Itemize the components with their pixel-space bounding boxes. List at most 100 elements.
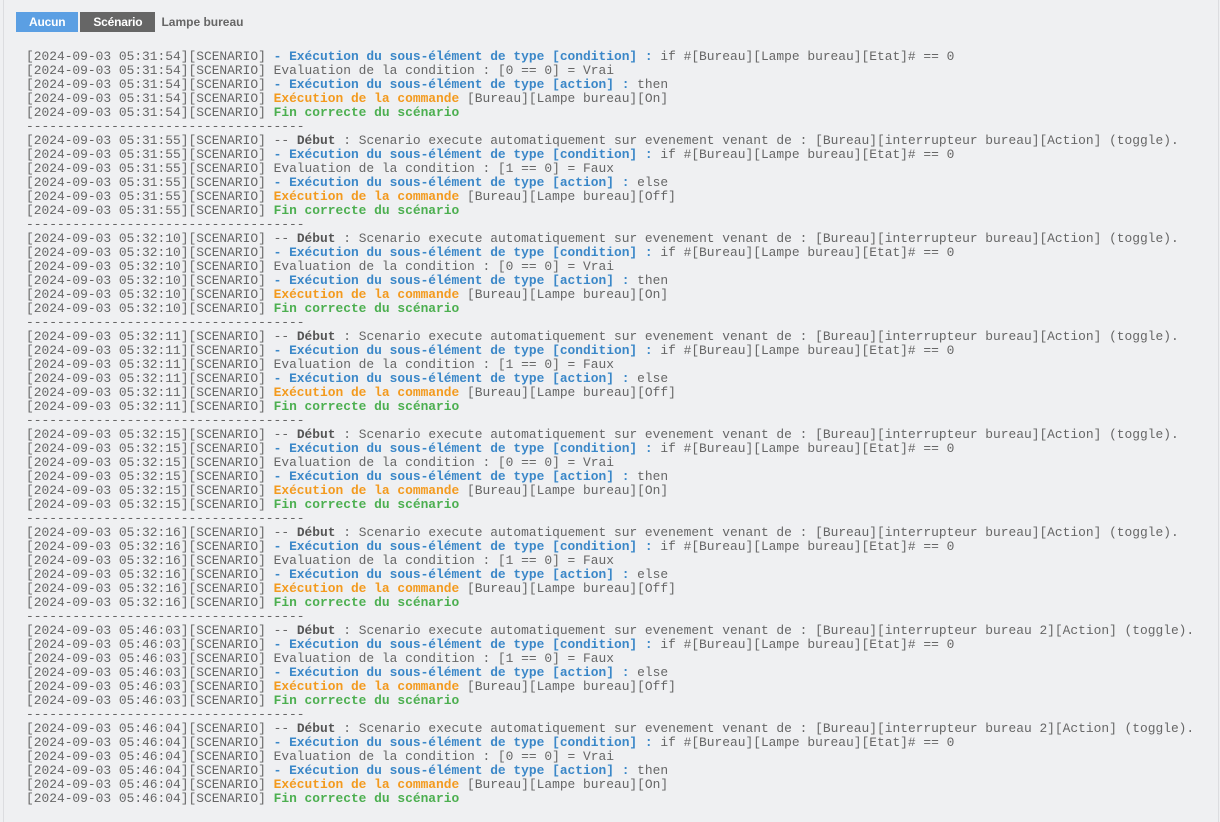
log-timestamp: 2024-09-03 05:31:55	[33, 175, 181, 190]
log-timestamp: 2024-09-03 05:32:10	[33, 287, 181, 302]
log-line: [2024-09-03 05:31:54][SCENARIO] Exécutio…	[26, 91, 669, 106]
log-prefix: --	[273, 427, 297, 442]
log-line: [2024-09-03 05:32:16][SCENARIO] Exécutio…	[26, 581, 676, 596]
log-tag: [SCENARIO]	[188, 357, 266, 372]
log-message: if #[Bureau][Lampe bureau][Etat]# == 0	[652, 245, 955, 260]
log-timestamp: 2024-09-03 05:32:15	[33, 483, 181, 498]
log-message: [Bureau][Lampe bureau][On]	[459, 483, 669, 498]
log-tag: [SCENARIO]	[188, 105, 266, 120]
log-tag: [SCENARIO]	[188, 721, 266, 736]
log-output: [2024-09-03 05:31:54][SCENARIO] - Exécut…	[26, 50, 1194, 806]
log-message: if #[Bureau][Lampe bureau][Etat]# == 0	[652, 735, 955, 750]
log-tag: [SCENARIO]	[188, 525, 266, 540]
log-timestamp: 2024-09-03 05:46:04	[33, 763, 181, 778]
log-tag: [SCENARIO]	[188, 77, 266, 92]
log-line: [2024-09-03 05:46:03][SCENARIO] Fin corr…	[26, 693, 460, 708]
log-timestamp: 2024-09-03 05:46:04	[33, 791, 181, 806]
log-tag: [SCENARIO]	[188, 231, 266, 246]
log-label-cmd: Exécution de la commande	[273, 189, 460, 204]
log-line: [2024-09-03 05:46:04][SCENARIO] Exécutio…	[26, 777, 669, 792]
log-tag: [SCENARIO]	[188, 63, 266, 78]
log-line: [2024-09-03 05:31:54][SCENARIO] Evaluati…	[26, 63, 614, 78]
log-message: Evaluation de la condition : [1 == 0] = …	[273, 553, 614, 568]
log-line: [2024-09-03 05:32:10][SCENARIO] - Exécut…	[26, 273, 669, 288]
log-message: Evaluation de la condition : [1 == 0] = …	[273, 357, 614, 372]
log-tag: [SCENARIO]	[188, 567, 266, 582]
none-button[interactable]: Aucun	[16, 12, 79, 32]
log-label-debut: Début	[296, 623, 336, 638]
log-tag: [SCENARIO]	[188, 245, 266, 260]
log-line: [2024-09-03 05:46:04][SCENARIO] Fin corr…	[26, 791, 460, 806]
log-line: [2024-09-03 05:31:55][SCENARIO] Exécutio…	[26, 189, 676, 204]
log-label-end: Fin correcte du scénario	[273, 301, 460, 316]
log-line: [2024-09-03 05:32:11][SCENARIO] Fin corr…	[26, 399, 460, 414]
log-label-end: Fin correcte du scénario	[273, 497, 460, 512]
log-timestamp: 2024-09-03 05:46:03	[33, 693, 181, 708]
scenario-button[interactable]: Scénario	[80, 12, 156, 32]
log-tag: [SCENARIO]	[188, 441, 266, 456]
log-separator: ------------------------------------	[26, 707, 305, 722]
log-message: : Scenario execute automatiquement sur e…	[335, 427, 1179, 442]
log-line: [2024-09-03 05:32:10][SCENARIO] Exécutio…	[26, 287, 669, 302]
log-line: [2024-09-03 05:31:55][SCENARIO] Fin corr…	[26, 203, 460, 218]
log-label-cond: - Exécution du sous-élément de type [con…	[273, 343, 653, 358]
log-tag: [SCENARIO]	[188, 147, 266, 162]
log-timestamp: 2024-09-03 05:46:03	[33, 665, 181, 680]
log-timestamp: 2024-09-03 05:32:15	[33, 497, 181, 512]
log-line: [2024-09-03 05:32:11][SCENARIO] Evaluati…	[26, 357, 614, 372]
log-line: [2024-09-03 05:32:10][SCENARIO] - Exécut…	[26, 245, 955, 260]
log-timestamp: 2024-09-03 05:32:15	[33, 455, 181, 470]
log-label-end: Fin correcte du scénario	[273, 105, 460, 120]
log-tag: [SCENARIO]	[188, 637, 266, 652]
log-tag: [SCENARIO]	[188, 329, 266, 344]
log-tag: [SCENARIO]	[188, 679, 266, 694]
log-tag: [SCENARIO]	[188, 259, 266, 274]
log-label-end: Fin correcte du scénario	[273, 693, 460, 708]
log-tag: [SCENARIO]	[188, 693, 266, 708]
log-line: [2024-09-03 05:32:16][SCENARIO] Evaluati…	[26, 553, 614, 568]
log-panel: Aucun Scénario Lampe bureau [2024-09-03 …	[3, 0, 1219, 822]
log-line: [2024-09-03 05:46:03][SCENARIO] -- Début…	[26, 623, 1195, 638]
log-message: [Bureau][Lampe bureau][Off]	[459, 581, 676, 596]
log-timestamp: 2024-09-03 05:31:55	[33, 189, 181, 204]
log-message: if #[Bureau][Lampe bureau][Etat]# == 0	[652, 343, 955, 358]
log-separator: ------------------------------------	[26, 511, 305, 526]
log-timestamp: 2024-09-03 05:46:04	[33, 777, 181, 792]
log-timestamp: 2024-09-03 05:46:04	[33, 721, 181, 736]
log-line: [2024-09-03 05:31:55][SCENARIO] - Exécut…	[26, 147, 955, 162]
log-message: : Scenario execute automatiquement sur e…	[335, 721, 1195, 736]
log-message: Evaluation de la condition : [0 == 0] = …	[273, 63, 614, 78]
log-prefix: --	[273, 329, 297, 344]
log-timestamp: 2024-09-03 05:31:54	[33, 63, 181, 78]
log-message: else	[629, 175, 669, 190]
log-timestamp: 2024-09-03 05:46:03	[33, 623, 181, 638]
log-message: Evaluation de la condition : [0 == 0] = …	[273, 259, 614, 274]
log-separator: ------------------------------------	[26, 119, 305, 134]
log-line: [2024-09-03 05:32:15][SCENARIO] -- Début…	[26, 427, 1179, 442]
log-line: [2024-09-03 05:31:54][SCENARIO] - Exécut…	[26, 77, 669, 92]
log-label-cond: - Exécution du sous-élément de type [con…	[273, 245, 653, 260]
log-label-end: Fin correcte du scénario	[273, 595, 460, 610]
log-line: [2024-09-03 05:32:16][SCENARIO] - Exécut…	[26, 567, 669, 582]
log-message: : Scenario execute automatiquement sur e…	[335, 329, 1179, 344]
log-tag: [SCENARIO]	[188, 497, 266, 512]
log-line: [2024-09-03 05:32:11][SCENARIO] - Exécut…	[26, 371, 669, 386]
log-label-cmd: Exécution de la commande	[273, 581, 460, 596]
log-label-cond: - Exécution du sous-élément de type [con…	[273, 49, 653, 64]
log-message: [Bureau][Lampe bureau][Off]	[459, 189, 676, 204]
log-tag: [SCENARIO]	[188, 483, 266, 498]
log-tag: [SCENARIO]	[188, 651, 266, 666]
log-message: : Scenario execute automatiquement sur e…	[335, 525, 1179, 540]
log-tag: [SCENARIO]	[188, 665, 266, 680]
log-prefix: --	[273, 133, 297, 148]
log-tag: [SCENARIO]	[188, 469, 266, 484]
log-line: [2024-09-03 05:32:10][SCENARIO] Fin corr…	[26, 301, 460, 316]
log-tag: [SCENARIO]	[188, 749, 266, 764]
log-tag: [SCENARIO]	[188, 455, 266, 470]
log-message: : Scenario execute automatiquement sur e…	[335, 623, 1195, 638]
log-tag: [SCENARIO]	[188, 301, 266, 316]
log-label-cond: - Exécution du sous-élément de type [con…	[273, 637, 653, 652]
log-line: [2024-09-03 05:32:10][SCENARIO] -- Début…	[26, 231, 1179, 246]
log-label-cond: - Exécution du sous-élément de type [con…	[273, 735, 653, 750]
log-timestamp: 2024-09-03 05:46:03	[33, 679, 181, 694]
